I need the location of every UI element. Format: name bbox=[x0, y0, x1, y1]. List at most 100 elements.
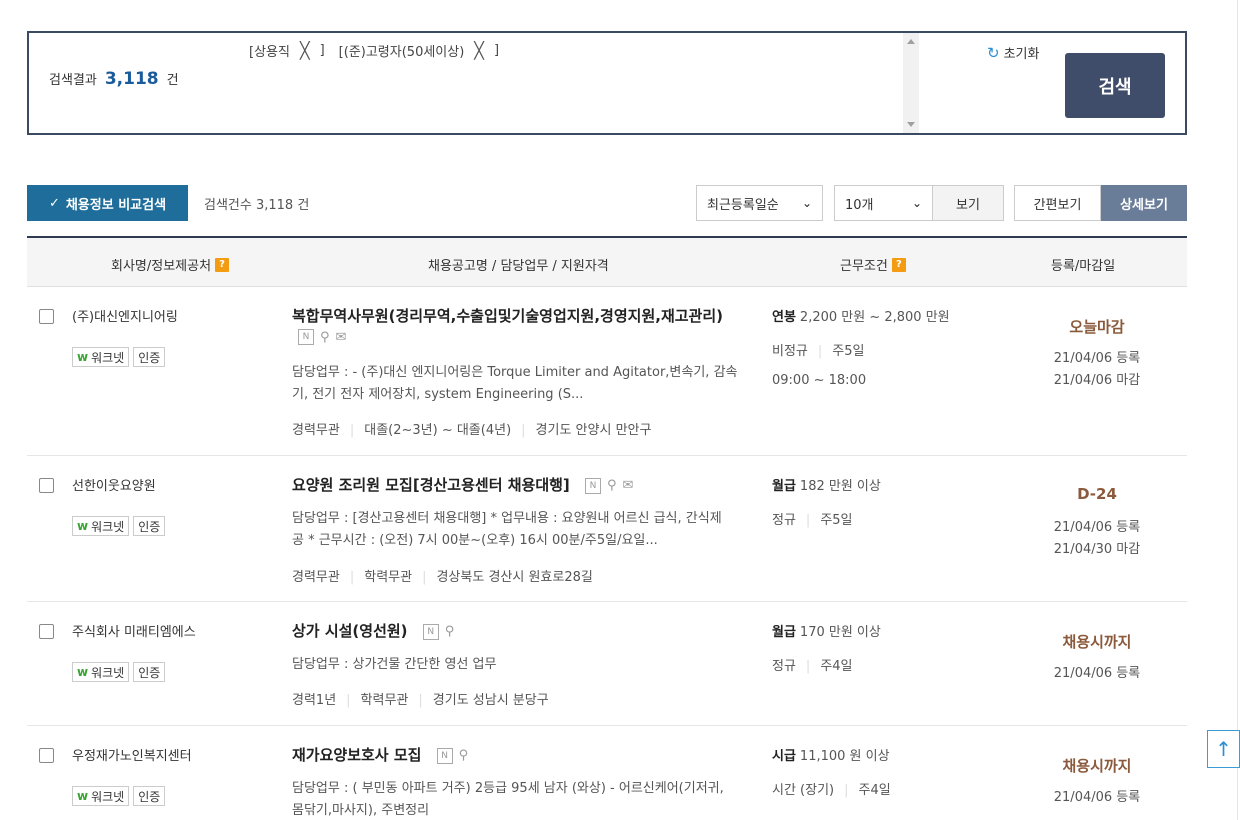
mail-icon[interactable]: ✉ bbox=[623, 478, 634, 494]
worknet-label: 워크넷 bbox=[91, 350, 125, 365]
worknet-icon: w bbox=[77, 789, 89, 803]
job-title[interactable]: 복합무역사무원(경리무역,수출입및기술영업지원,경영지원,재고관리) bbox=[292, 305, 723, 326]
job-duty: 담당업무 : 상가건물 간단한 영선 업무 bbox=[292, 654, 762, 676]
date-info: 21/04/06 등록 21/04/06 마감 bbox=[1037, 348, 1157, 392]
result-summary: 검색결과 3,118 건 bbox=[49, 69, 179, 89]
employment-type: 정규 bbox=[772, 513, 796, 528]
job-title[interactable]: 요양원 조리원 모집[경산고용센터 채용대행] bbox=[292, 476, 570, 494]
search-summary-box: [상용직 ╳ ] [(준)고령자(50세이상) ╳ ] 검색결과 3,118 건… bbox=[27, 31, 1187, 135]
help-icon[interactable]: ? bbox=[215, 257, 230, 272]
work-conditions: 비정규 주5일 bbox=[772, 340, 864, 359]
detail-view-button[interactable]: 상세보기 bbox=[1101, 185, 1187, 221]
job-title[interactable]: 재가요양보호사 모집 bbox=[292, 746, 421, 764]
certified-badge: 인증 bbox=[133, 347, 166, 367]
company-name[interactable]: 선한이웃요양원 bbox=[72, 475, 156, 494]
duty-line: 담당업무 : [경산고용센터 채용대행] * 업무내용 : 요양원내 어르신 급… bbox=[292, 511, 722, 526]
close-icon[interactable]: ╳ bbox=[474, 42, 484, 59]
worknet-icon: w bbox=[77, 519, 89, 533]
chip-label: [상용직 bbox=[249, 45, 290, 60]
reset-button[interactable]: ↻ 초기화 bbox=[987, 43, 1039, 63]
check-icon: ✓ bbox=[48, 195, 60, 211]
deadline-status: D-24 bbox=[1077, 485, 1117, 503]
duty-line: 몸닦기,마사지), 주변정리 bbox=[292, 803, 430, 818]
search-button[interactable]: 검색 bbox=[1065, 53, 1165, 118]
sort-select[interactable]: 최근등록일순 ⌄ bbox=[696, 185, 823, 221]
search-icon[interactable]: ⚲ bbox=[607, 478, 617, 494]
worknet-icon: w bbox=[77, 350, 89, 364]
registered-date: 21/04/06 등록 bbox=[1053, 666, 1141, 681]
duty-line: 담당업무 : 상가건물 간단한 영선 업무 bbox=[292, 657, 497, 672]
view-button[interactable]: 보기 bbox=[933, 185, 1004, 221]
filter-area: [상용직 ╳ ] [(준)고령자(50세이상) ╳ ] 검색결과 3,118 건 bbox=[29, 33, 921, 133]
education: 대졸(2~3년) ~ 대졸(4년) bbox=[340, 419, 511, 438]
simple-view-button[interactable]: 간편보기 bbox=[1014, 185, 1101, 221]
source-badges: w 워크넷 인증 bbox=[72, 347, 166, 367]
table-row: 주식회사 미래티엠에스 w 워크넷 인증 상가 시설(영선원) N ⚲ 담당업무 … bbox=[27, 602, 1187, 726]
table-header: 회사명/정보제공처 ? 채용공고명 / 담당업무 / 지원자격 근무조건 ? 등… bbox=[27, 236, 1187, 287]
new-badge-icon: N bbox=[585, 477, 602, 494]
company-name[interactable]: (주)대신엔지니어링 bbox=[72, 306, 178, 325]
company-name[interactable]: 주식회사 미래티엠에스 bbox=[72, 621, 196, 640]
job-duty: 담당업무 : [경산고용센터 채용대행] * 업무내용 : 요양원내 어르신 급… bbox=[292, 508, 762, 552]
company-name[interactable]: 우정재가노인복지센터 bbox=[72, 745, 192, 764]
employment-type: 시간 (장기) bbox=[772, 783, 835, 798]
header-dates: 등록/마감일 bbox=[1051, 255, 1115, 274]
certified-badge: 인증 bbox=[133, 516, 166, 536]
close-icon[interactable]: ╳ bbox=[300, 42, 310, 59]
header-company: 회사명/정보제공처 ? bbox=[111, 255, 230, 274]
date-info: 21/04/06 등록 bbox=[1037, 787, 1157, 809]
work-conditions: 정규 주4일 bbox=[772, 655, 853, 674]
search-icon[interactable]: ⚲ bbox=[459, 748, 469, 764]
duty-line: 담당업무 : ( 부민동 아파트 거주) 2등급 95세 남자 (와상) - 어… bbox=[292, 781, 724, 796]
mail-icon[interactable]: ✉ bbox=[336, 330, 347, 345]
salary-type: 월급 bbox=[772, 479, 796, 494]
education: 학력무관 bbox=[336, 689, 409, 708]
row-checkbox[interactable] bbox=[39, 478, 54, 493]
date-info: 21/04/06 등록 bbox=[1037, 663, 1157, 685]
arrow-up-icon: ↑ bbox=[1215, 737, 1232, 761]
work-days: 주5일 bbox=[796, 509, 852, 528]
compare-search-button[interactable]: ✓ 채용정보 비교검색 bbox=[27, 185, 188, 221]
table-row: 우정재가노인복지센터 w 워크넷 인증 재가요양보호사 모집 N ⚲ 담당업무 :… bbox=[27, 726, 1187, 820]
source-badges: w 워크넷 인증 bbox=[72, 516, 166, 536]
filter-chip: [상용직 ╳ ] bbox=[249, 41, 325, 60]
work-days: 주4일 bbox=[834, 779, 891, 798]
total-count: 검색건수 3,118 건 bbox=[204, 198, 310, 213]
search-icon[interactable]: ⚲ bbox=[445, 624, 455, 640]
worknet-badge: w 워크넷 bbox=[72, 516, 130, 536]
help-icon[interactable]: ? bbox=[891, 257, 906, 272]
job-qualifications: 경력무관 학력무관 경상북도 경산시 원효로28길 bbox=[292, 566, 593, 585]
experience: 경력무관 bbox=[292, 570, 340, 585]
filter-scrollbar[interactable] bbox=[903, 33, 919, 133]
location: 경상북도 경산시 원효로28길 bbox=[412, 566, 592, 585]
job-title[interactable]: 상가 시설(영선원) bbox=[292, 622, 408, 640]
filter-chips: [상용직 ╳ ] [(준)고령자(50세이상) ╳ ] bbox=[249, 41, 499, 60]
row-checkbox[interactable] bbox=[39, 748, 54, 763]
deadline-status: 채용시까지 bbox=[1062, 757, 1132, 775]
location: 경기도 성남시 분당구 bbox=[408, 689, 549, 708]
search-icon[interactable]: ⚲ bbox=[320, 330, 330, 345]
chip-end: ] bbox=[319, 43, 325, 58]
salary-type: 월급 bbox=[772, 625, 796, 640]
employment-type: 정규 bbox=[772, 659, 796, 674]
job-qualifications: 경력무관 대졸(2~3년) ~ 대졸(4년) 경기도 안양시 만안구 bbox=[292, 419, 651, 438]
salary-value: 182 만원 이상 bbox=[799, 479, 881, 494]
scroll-up-icon[interactable] bbox=[907, 39, 915, 44]
scroll-down-icon[interactable] bbox=[907, 122, 915, 127]
salary: 시급 11,100 원 이상 bbox=[772, 745, 890, 764]
row-checkbox[interactable] bbox=[39, 624, 54, 639]
experience: 경력1년 bbox=[292, 693, 337, 708]
worknet-label: 워크넷 bbox=[91, 789, 125, 804]
header-dates-label: 등록/마감일 bbox=[1051, 259, 1116, 274]
registered-date: 21/04/06 등록 bbox=[1053, 351, 1141, 366]
scroll-top-button[interactable]: ↑ bbox=[1207, 730, 1240, 768]
row-checkbox[interactable] bbox=[39, 309, 54, 324]
job-icons: N ⚲ bbox=[422, 623, 455, 640]
education: 학력무관 bbox=[340, 566, 412, 585]
location: 경기도 안양시 만안구 bbox=[511, 419, 652, 438]
deadline-status: 채용시까지 bbox=[1062, 633, 1132, 651]
page-size-select[interactable]: 10개 ⌄ bbox=[834, 185, 933, 221]
salary: 연봉 2,200 만원 ~ 2,800 만원 bbox=[772, 306, 950, 325]
page-size-value: 10개 bbox=[845, 197, 874, 213]
right-divider bbox=[1237, 0, 1238, 820]
